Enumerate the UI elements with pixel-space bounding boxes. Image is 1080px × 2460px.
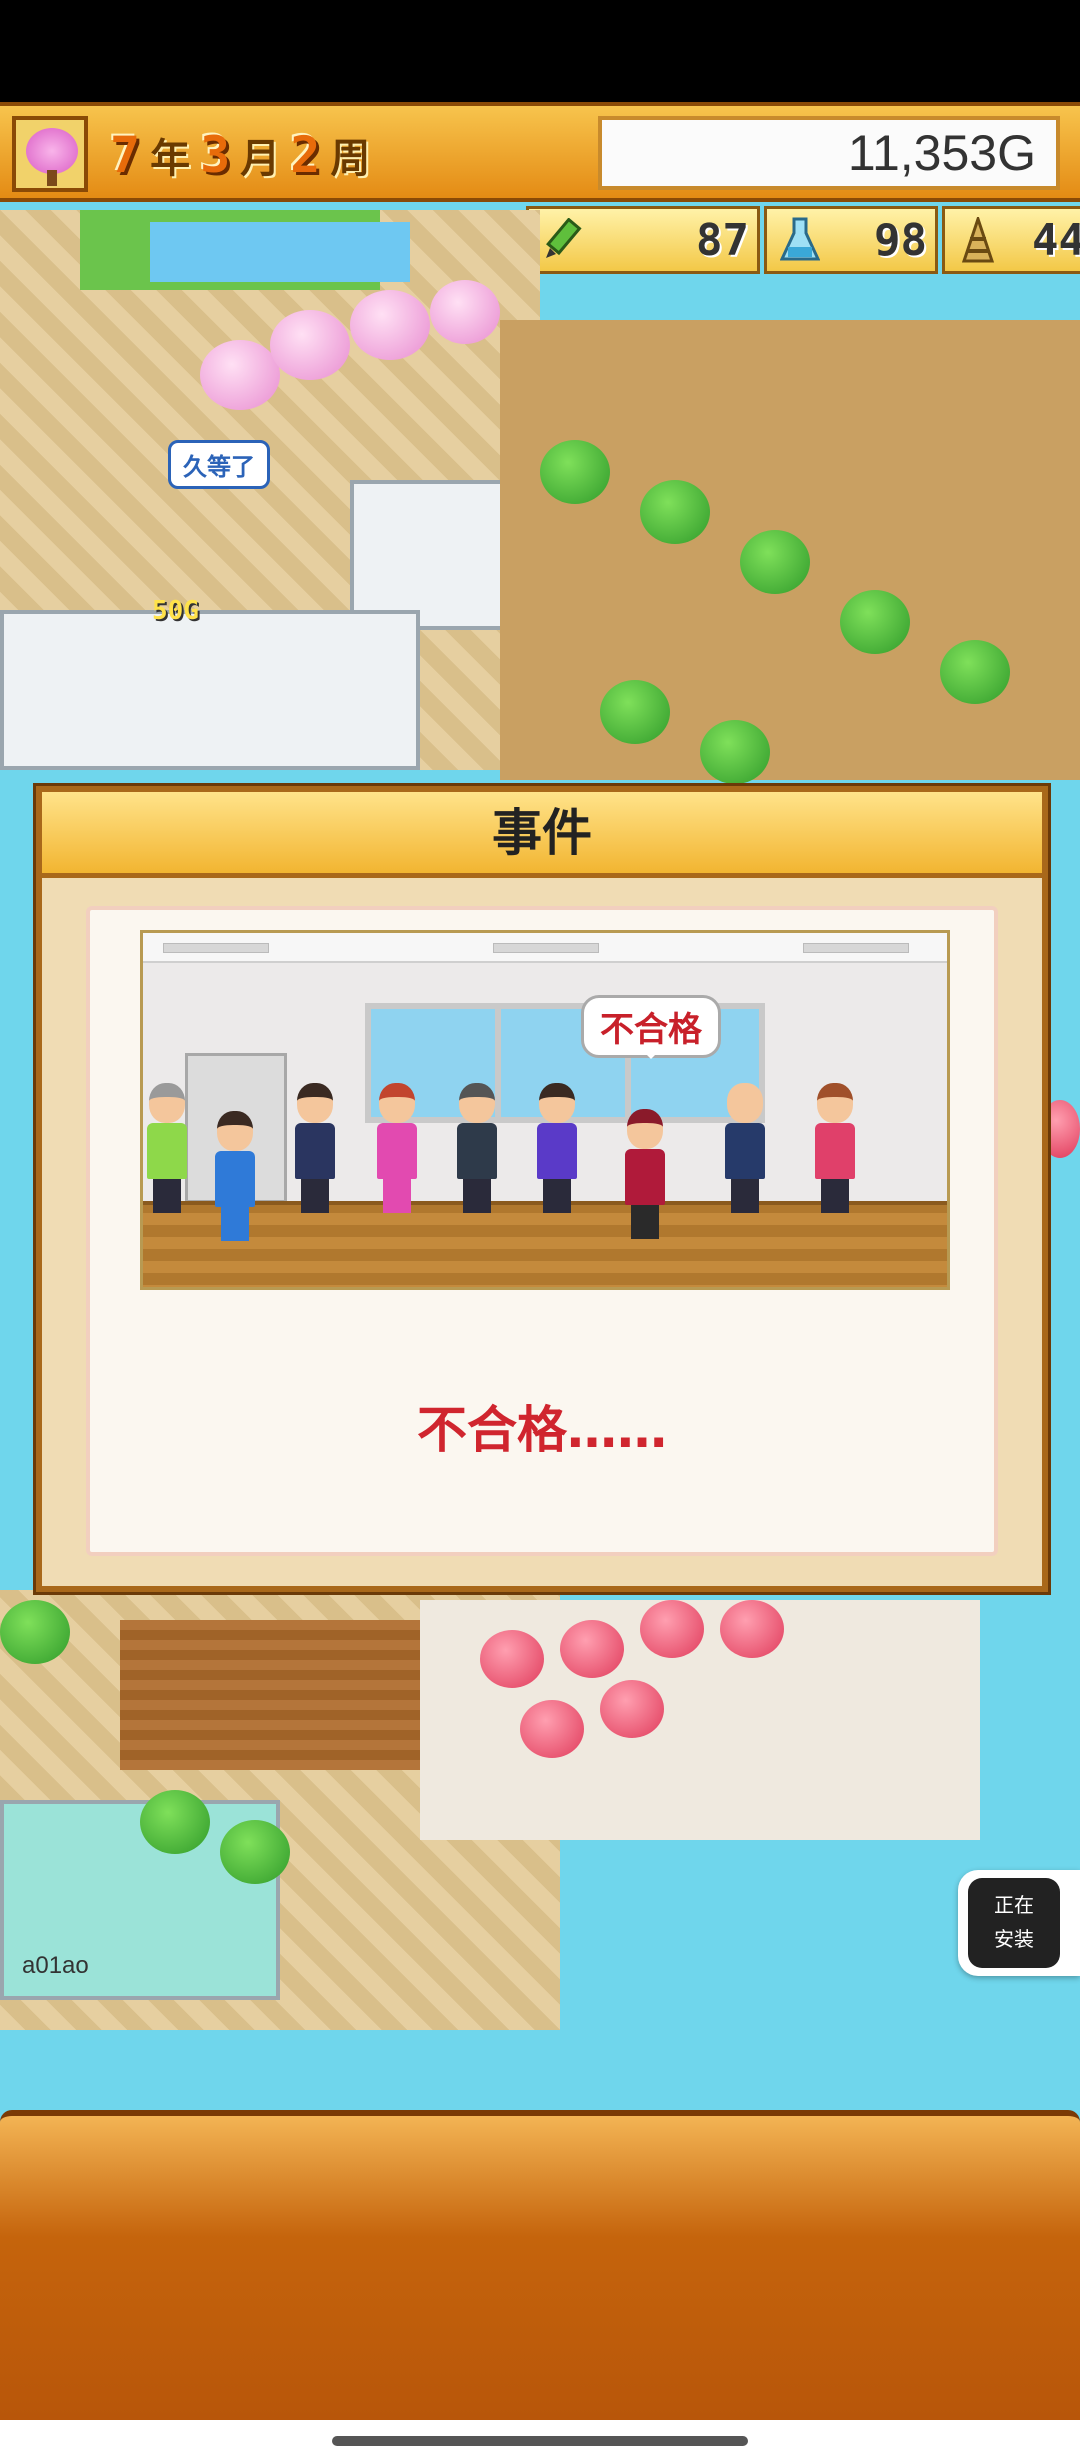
scene-speech-bubble: 不合格 bbox=[581, 995, 721, 1059]
tower-icon bbox=[953, 213, 1003, 267]
status-bar bbox=[0, 0, 1080, 102]
year-unit: 年 bbox=[150, 136, 191, 182]
year-value: 7 bbox=[110, 126, 141, 184]
week-value: 2 bbox=[290, 126, 321, 184]
stat-tower-value: 44 bbox=[1032, 214, 1080, 266]
install-badge[interactable]: 正在 安装 bbox=[958, 1870, 1080, 1976]
event-result-text: 不合格…… bbox=[417, 1401, 667, 1459]
pencil-icon bbox=[537, 213, 587, 267]
money-display: 11,353G bbox=[598, 116, 1060, 190]
coin-earned-label: 50G bbox=[152, 596, 199, 626]
dialog-title: 事件 bbox=[42, 792, 1042, 878]
install-badge-line1: 正在 bbox=[994, 1893, 1034, 1917]
stats-bar: 87 98 44 bbox=[526, 206, 1080, 280]
dialog-body: 不合格 不合格…… bbox=[86, 906, 998, 1556]
stat-pencil[interactable]: 87 bbox=[526, 206, 760, 274]
top-hud: 7 年 3 月 2 周 11,353G bbox=[0, 102, 1080, 202]
flask-icon bbox=[775, 213, 825, 267]
world-pond bbox=[150, 222, 410, 282]
cherry-tree bbox=[200, 340, 280, 410]
event-scene-image: 不合格 bbox=[140, 930, 950, 1290]
npc-speech-bubble: 久等了 bbox=[168, 440, 270, 489]
stat-tower[interactable]: 44 bbox=[942, 206, 1080, 274]
stat-pencil-value: 87 bbox=[696, 214, 749, 266]
install-icon: 正在 安装 bbox=[968, 1878, 1060, 1968]
cherry-tree bbox=[270, 310, 350, 380]
watermark-text: a01ao bbox=[22, 1952, 89, 1979]
cherry-tree bbox=[430, 280, 500, 344]
cherry-blossom-season-icon[interactable] bbox=[12, 116, 88, 192]
week-unit: 周 bbox=[330, 136, 371, 182]
event-dialog[interactable]: 事件 不合格 不合格…… bbox=[36, 786, 1048, 1592]
game-date: 7 年 3 月 2 周 bbox=[110, 120, 370, 190]
stat-flask[interactable]: 98 bbox=[764, 206, 938, 274]
store-building[interactable] bbox=[0, 610, 420, 770]
stat-flask-value: 98 bbox=[874, 214, 927, 266]
cherry-tree bbox=[350, 290, 430, 360]
month-unit: 月 bbox=[240, 136, 281, 182]
cafeteria-floor bbox=[120, 1620, 460, 1770]
home-indicator[interactable] bbox=[332, 2436, 748, 2446]
install-badge-line2: 安装 bbox=[994, 1927, 1034, 1951]
month-value: 3 bbox=[200, 126, 231, 184]
bottom-menu-panel[interactable] bbox=[0, 2110, 1080, 2420]
